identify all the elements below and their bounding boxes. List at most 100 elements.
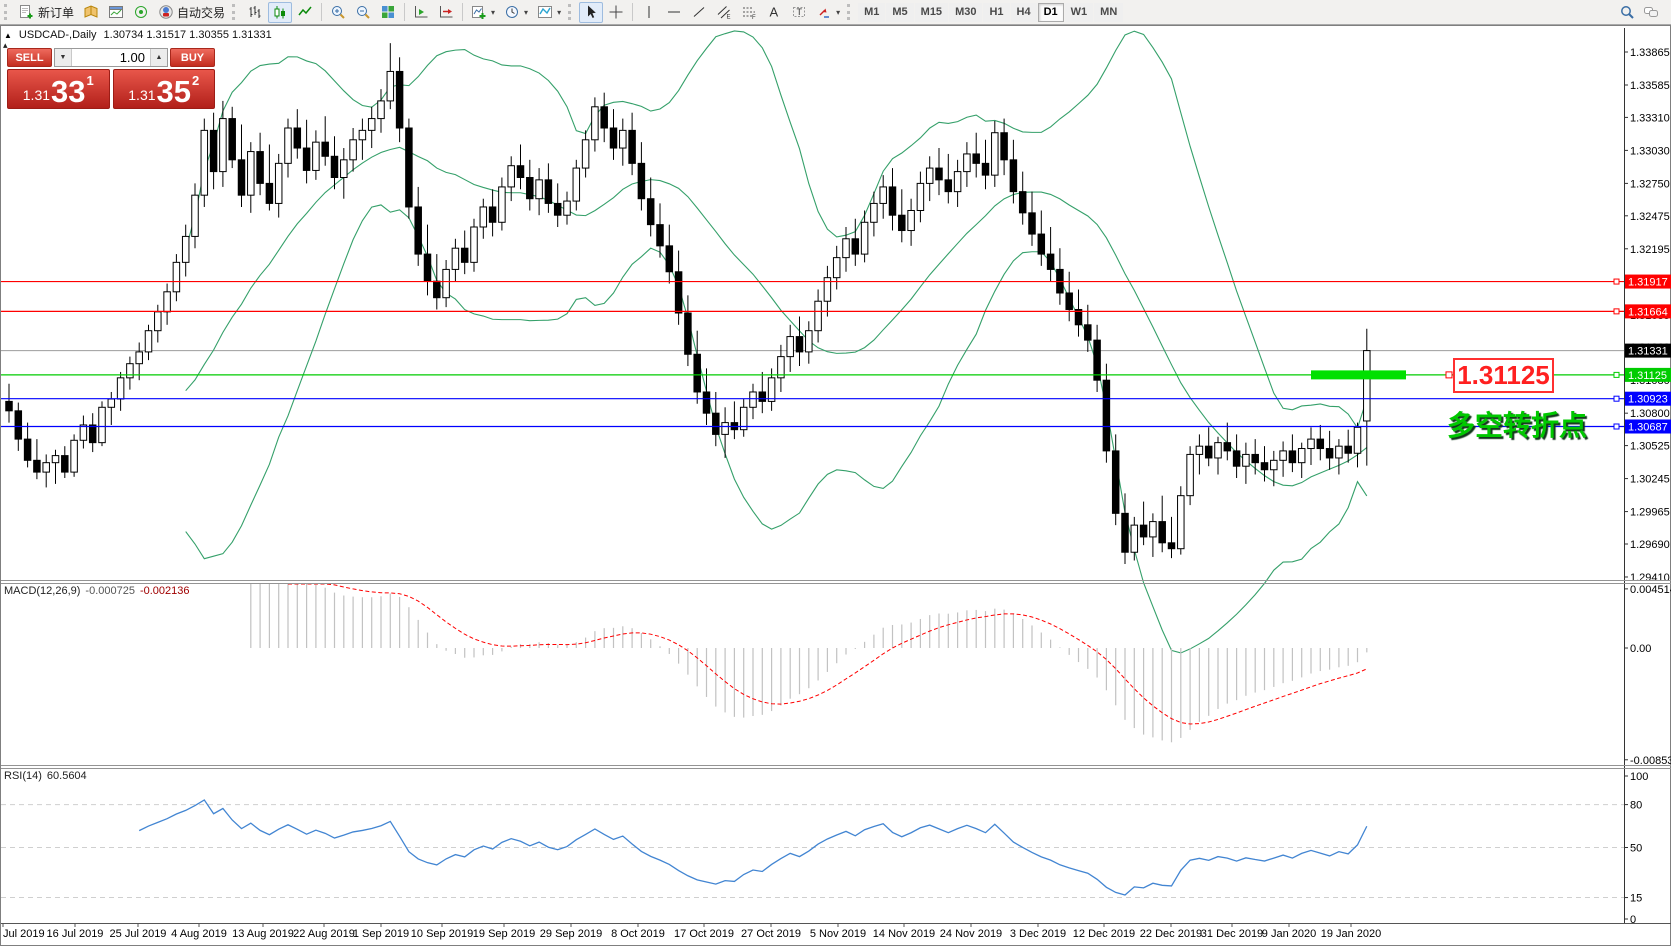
volume-increase-button[interactable]: ▲ xyxy=(150,49,167,66)
price-tick-label: 1.32195 xyxy=(1630,244,1670,256)
toolbar-grip[interactable] xyxy=(847,4,853,20)
line-chart-icon xyxy=(297,4,313,20)
chart-shift-icon xyxy=(438,4,454,20)
price-callout-label[interactable]: 1.31125 xyxy=(1453,358,1554,393)
callout-anchor-marker[interactable] xyxy=(1446,372,1452,378)
price-tick-label: 1.30800 xyxy=(1630,408,1670,420)
dropdown-arrow-icon: ▾ xyxy=(557,8,561,17)
bar-chart-button[interactable] xyxy=(243,2,267,23)
timeframe-d1-button[interactable]: D1 xyxy=(1038,3,1064,22)
timeframe-m5-button[interactable]: M5 xyxy=(886,3,913,22)
rsi-axis-label: 0 xyxy=(1630,914,1636,926)
volume-value[interactable]: 1.00 xyxy=(72,49,150,66)
text-button[interactable]: A xyxy=(762,2,786,23)
toolbar-grip[interactable] xyxy=(232,4,238,20)
svg-text:E: E xyxy=(727,15,731,21)
sell-button[interactable]: SELL xyxy=(7,48,52,67)
arrows-button[interactable]: ▾ xyxy=(812,2,844,23)
hline-1.30687[interactable] xyxy=(1,424,1624,429)
time-tick-label: 3 Dec 2019 xyxy=(1010,928,1066,940)
vertical-line-button[interactable] xyxy=(637,2,661,23)
price-tick-label: 1.32475 xyxy=(1630,211,1670,223)
sell-price-button[interactable]: 1.31 33 1 xyxy=(7,69,110,109)
chat-button[interactable] xyxy=(1639,2,1663,23)
channel-button[interactable]: E xyxy=(712,2,736,23)
fibonacci-icon: F xyxy=(741,4,757,20)
turning-point-annotation[interactable]: 多空转折点 xyxy=(1447,404,1587,444)
market-watch-button[interactable] xyxy=(79,2,103,23)
cursor-button[interactable] xyxy=(579,2,603,23)
text-label-button[interactable]: T xyxy=(787,2,811,23)
zoom-in-button[interactable] xyxy=(326,2,350,23)
time-tick-label: 12 Dec 2019 xyxy=(1073,928,1135,940)
timeframe-m30-button[interactable]: M30 xyxy=(949,3,982,22)
candlestick-icon xyxy=(272,4,288,20)
pane-separators[interactable] xyxy=(1,581,1671,924)
price-tick-label: 1.33310 xyxy=(1630,112,1670,124)
timeframe-group: M1M5M15M30H1H4D1W1MN xyxy=(858,3,1123,22)
macd-name: MACD(12,26,9) xyxy=(4,585,80,597)
periods-button[interactable]: ▾ xyxy=(500,2,532,23)
toolbar-grip[interactable] xyxy=(4,4,10,20)
channel-icon: E xyxy=(716,4,732,20)
chart-shift-button[interactable] xyxy=(434,2,458,23)
timeframe-m15-button[interactable]: M15 xyxy=(915,3,948,22)
buy-price-pips: 35 xyxy=(157,76,191,107)
book-icon xyxy=(83,4,99,20)
rsi-axis-label: 50 xyxy=(1630,843,1642,855)
timeframe-m1-button[interactable]: M1 xyxy=(858,3,885,22)
search-button[interactable] xyxy=(1615,2,1639,23)
auto-trading-button[interactable]: 自动交易 xyxy=(154,2,229,23)
zoom-out-button[interactable] xyxy=(351,2,375,23)
horizontal-line-objects[interactable] xyxy=(1,279,1624,429)
buy-price-button[interactable]: 1.31 35 2 xyxy=(113,69,216,109)
templates-button[interactable]: ▾ xyxy=(533,2,565,23)
toolbar-grip[interactable] xyxy=(568,4,574,20)
svg-text:F: F xyxy=(752,15,756,20)
timeframe-h4-button[interactable]: H4 xyxy=(1011,3,1037,22)
toolbar-separator xyxy=(321,3,322,21)
time-tick-label: 9 Jan 2020 xyxy=(1262,928,1316,940)
terminal-window-button[interactable] xyxy=(104,2,128,23)
buy-button[interactable]: BUY xyxy=(170,48,215,67)
svg-text:A: A xyxy=(770,5,779,20)
volume-decrease-button[interactable]: ▼ xyxy=(55,49,72,66)
candlestick-series xyxy=(6,43,1370,564)
hline-1.31125[interactable] xyxy=(1,370,1624,379)
timeframe-h1-button[interactable]: H1 xyxy=(983,3,1009,22)
trendline-button[interactable] xyxy=(687,2,711,23)
time-tick-label: 25 Jul 2019 xyxy=(110,928,167,940)
signals-button[interactable] xyxy=(129,2,153,23)
timeframe-mn-button[interactable]: MN xyxy=(1094,3,1123,22)
auto-scroll-button[interactable] xyxy=(409,2,433,23)
time-tick-label: 10 Sep 2019 xyxy=(411,928,473,940)
dropdown-arrow-icon: ▾ xyxy=(524,8,528,17)
line-chart-button[interactable] xyxy=(293,2,317,23)
timeframe-w1-button[interactable]: W1 xyxy=(1065,3,1094,22)
indicators-button[interactable]: ▾ xyxy=(467,2,499,23)
text-icon: A xyxy=(766,4,782,20)
candlestick-chart-button[interactable] xyxy=(268,2,292,23)
macd-axis-label: 0.00 xyxy=(1630,643,1651,655)
volume-stepper: ▼ 1.00 ▲ xyxy=(54,48,168,67)
fibonacci-button[interactable]: F xyxy=(737,2,761,23)
tile-windows-button[interactable] xyxy=(376,2,400,23)
time-tick-label: 5 Nov 2019 xyxy=(810,928,866,940)
time-axis[interactable]: Jul 201916 Jul 201925 Jul 20194 Aug 2019… xyxy=(3,924,1381,941)
new-order-button[interactable]: 新订单 xyxy=(15,2,78,23)
macd-main-value: -0.000725 xyxy=(85,585,135,597)
price-axis[interactable]: 1.338651.335851.333101.330301.327501.324… xyxy=(1624,28,1670,924)
macd-panel: 0.0045140.00-0.008533 xyxy=(251,584,1671,767)
hline-1.31917[interactable] xyxy=(1,279,1624,284)
support-highlight-band[interactable] xyxy=(1311,370,1406,379)
indicators-icon xyxy=(471,4,487,20)
crosshair-button[interactable] xyxy=(604,2,628,23)
toolbar-separator xyxy=(462,3,463,21)
chart-canvas: 1.338651.335851.333101.330301.327501.324… xyxy=(1,26,1671,947)
rsi-axis-label: 100 xyxy=(1630,771,1648,783)
bollinger-middle xyxy=(186,147,1367,485)
horizontal-line-button[interactable] xyxy=(662,2,686,23)
hline-1.31664[interactable] xyxy=(1,309,1624,314)
main-toolbar: 新订单 自动交易 ▾ ▾ xyxy=(0,0,1671,25)
hline-1.30923[interactable] xyxy=(1,396,1624,401)
